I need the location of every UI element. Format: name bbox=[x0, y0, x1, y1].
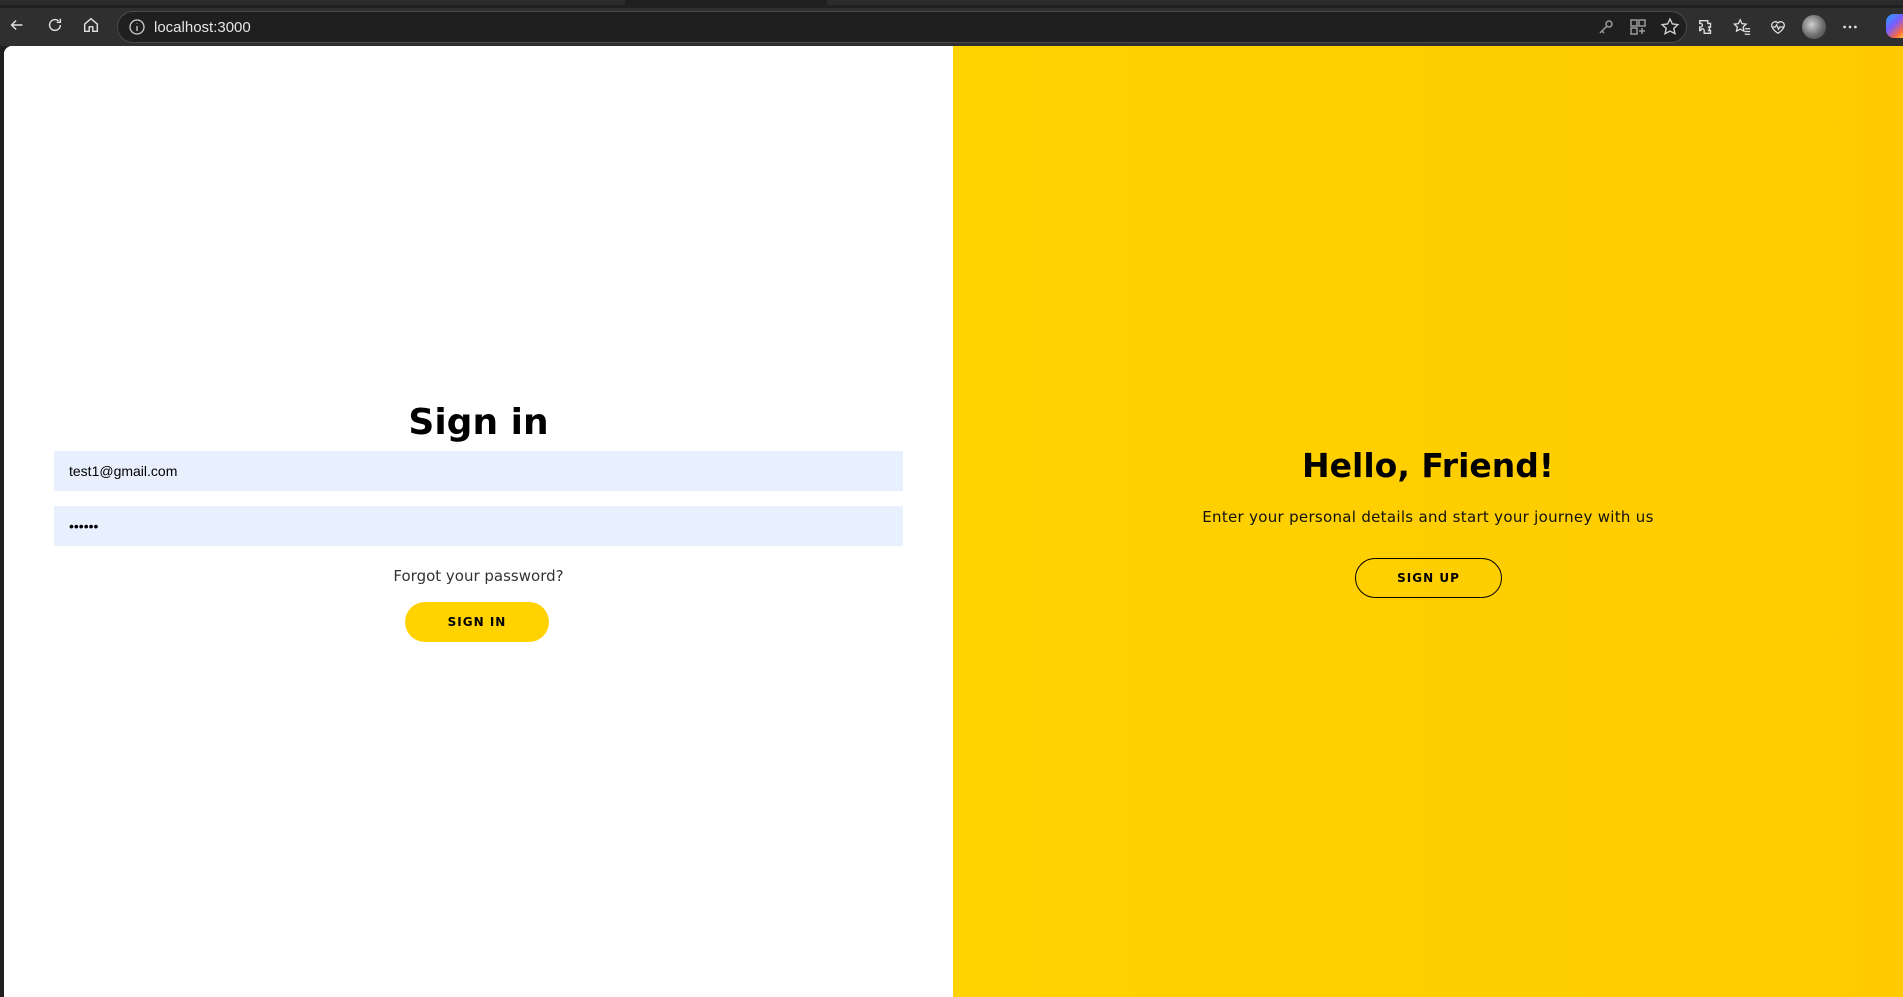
sign-in-title: Sign in bbox=[408, 402, 549, 443]
page-viewport: Sign in Forgot your password? SIGN IN He… bbox=[4, 46, 1903, 997]
puzzle-icon[interactable] bbox=[1692, 13, 1720, 41]
tab[interactable] bbox=[0, 0, 625, 5]
browser-toolbar: localhost:3000 bbox=[0, 8, 1903, 46]
sign-up-button[interactable]: SIGN UP bbox=[1355, 558, 1502, 598]
back-button[interactable] bbox=[2, 12, 32, 42]
home-button[interactable] bbox=[76, 12, 106, 42]
url-text[interactable]: localhost:3000 bbox=[154, 19, 251, 36]
reload-button[interactable] bbox=[40, 12, 70, 42]
address-bar[interactable]: localhost:3000 bbox=[117, 11, 1687, 43]
tab-strip bbox=[0, 0, 1903, 8]
overlay-title: Hello, Friend! bbox=[1302, 446, 1554, 485]
favorites-icon[interactable] bbox=[1728, 13, 1756, 41]
email-field[interactable] bbox=[54, 451, 903, 491]
sign-in-button[interactable]: SIGN IN bbox=[405, 602, 549, 642]
star-icon[interactable] bbox=[1660, 17, 1680, 37]
app-grid-icon[interactable] bbox=[1628, 17, 1648, 37]
heart-pulse-icon[interactable] bbox=[1764, 13, 1792, 41]
info-icon[interactable] bbox=[128, 18, 146, 36]
overlay-panel: Hello, Friend! Enter your personal detai… bbox=[953, 46, 1903, 997]
forgot-password-link[interactable]: Forgot your password? bbox=[4, 567, 953, 585]
profile-picture bbox=[1802, 15, 1826, 39]
copilot-icon[interactable] bbox=[1886, 14, 1903, 38]
avatar[interactable] bbox=[1800, 13, 1828, 41]
key-icon[interactable] bbox=[1596, 17, 1616, 37]
reload-icon bbox=[46, 16, 64, 38]
tab[interactable] bbox=[827, 0, 1903, 5]
more-icon[interactable] bbox=[1836, 13, 1864, 41]
home-icon bbox=[82, 16, 100, 38]
password-field[interactable] bbox=[54, 506, 903, 546]
overlay-subtitle: Enter your personal details and start yo… bbox=[1202, 508, 1654, 526]
back-arrow-icon bbox=[8, 16, 26, 38]
sign-in-panel: Sign in Forgot your password? SIGN IN bbox=[4, 46, 953, 997]
